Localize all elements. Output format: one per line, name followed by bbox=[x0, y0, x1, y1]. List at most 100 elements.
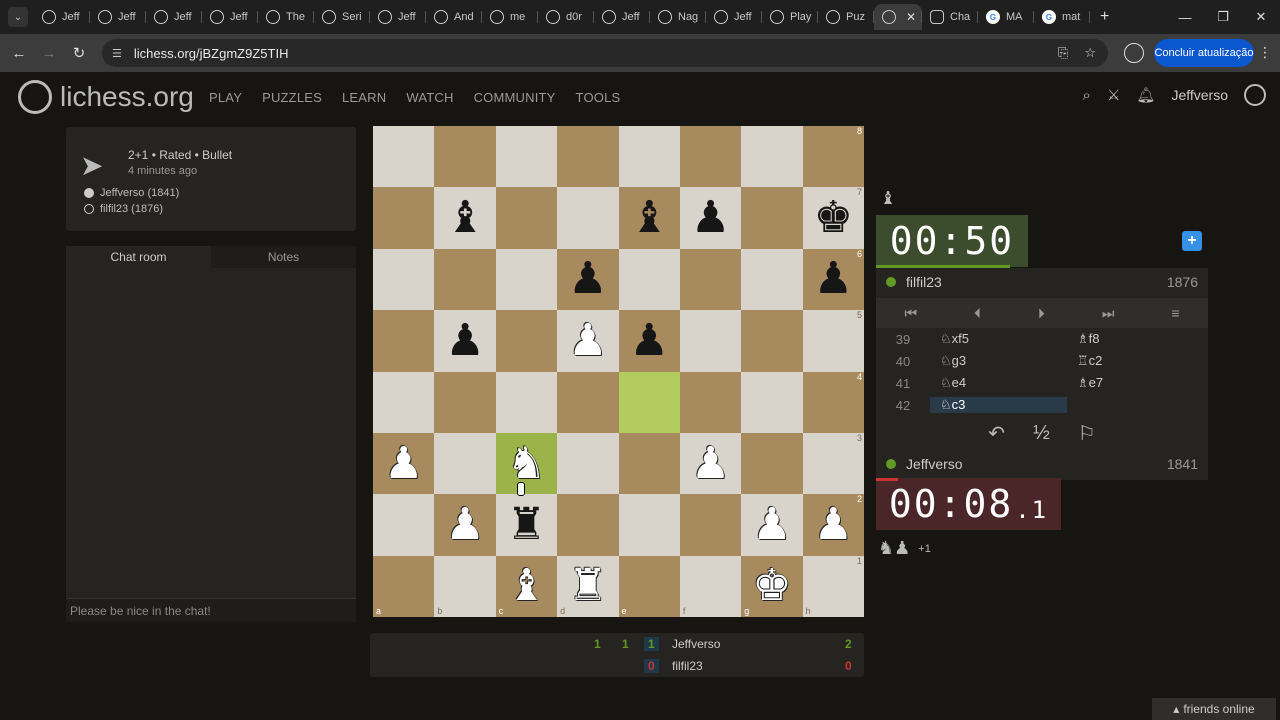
reload-button[interactable]: ↻ bbox=[64, 44, 94, 62]
nav-play[interactable]: PLAY bbox=[209, 90, 242, 105]
square-e8[interactable] bbox=[618, 126, 680, 188]
crosstable-player2[interactable]: filfil23 bbox=[672, 659, 703, 673]
white-move[interactable]: ♘g3 bbox=[930, 353, 1067, 369]
square-b8[interactable] bbox=[434, 126, 496, 188]
square-e1[interactable]: e bbox=[618, 555, 680, 617]
white-bishop-piece[interactable]: ♝ bbox=[507, 564, 546, 608]
square-e3[interactable] bbox=[618, 432, 680, 495]
square-a4[interactable] bbox=[373, 371, 435, 433]
square-g7[interactable] bbox=[741, 187, 803, 249]
square-d3[interactable] bbox=[557, 432, 619, 495]
browser-tab[interactable]: Jeff bbox=[706, 4, 762, 30]
minimize-button[interactable]: — bbox=[1166, 0, 1204, 34]
black-bishop-piece[interactable]: ♝ bbox=[445, 196, 484, 240]
nav-learn[interactable]: LEARN bbox=[342, 90, 386, 105]
square-e7[interactable]: ♝ bbox=[618, 187, 680, 249]
browser-tab-active[interactable]: ✕ bbox=[874, 4, 922, 30]
browser-tab[interactable]: G MA bbox=[978, 4, 1034, 30]
user-menu[interactable]: Jeffverso bbox=[1171, 87, 1228, 103]
browser-tab[interactable]: Jeff bbox=[370, 4, 426, 30]
close-tab-icon[interactable]: ✕ bbox=[906, 10, 916, 24]
square-g3[interactable] bbox=[741, 432, 803, 495]
maximize-button[interactable]: ❐ bbox=[1204, 0, 1242, 34]
nav-puzzles[interactable]: PUZZLES bbox=[262, 90, 322, 105]
browser-tab[interactable]: Play bbox=[762, 4, 818, 30]
square-f4[interactable] bbox=[679, 371, 742, 433]
bell-icon[interactable]: 🔔︎ bbox=[1136, 86, 1155, 104]
add-time-button[interactable]: + bbox=[1182, 231, 1202, 251]
browser-tab[interactable]: Gmat bbox=[1034, 4, 1090, 30]
browser-tab[interactable]: Nag bbox=[650, 4, 706, 30]
white-move[interactable]: ♘c3 bbox=[930, 397, 1067, 413]
white-pawn-piece[interactable]: ♟ bbox=[752, 502, 791, 547]
tab-notes[interactable]: Notes bbox=[211, 246, 356, 268]
white-pawn-piece[interactable]: ♟ bbox=[445, 502, 484, 547]
browser-tab[interactable]: Seri bbox=[314, 4, 370, 30]
square-b2[interactable]: ♟ bbox=[434, 494, 496, 556]
square-f1[interactable]: f bbox=[679, 555, 742, 617]
square-d4[interactable] bbox=[557, 371, 619, 433]
tab-search-button[interactable]: ⌄ bbox=[8, 7, 28, 27]
square-c4[interactable] bbox=[495, 371, 558, 433]
search-icon[interactable]: ⌕ bbox=[1083, 87, 1091, 104]
nav-community[interactable]: COMMUNITY bbox=[474, 90, 556, 105]
black-pawn-piece[interactable]: ♟ bbox=[691, 196, 730, 240]
square-h8[interactable]: 8 bbox=[802, 126, 864, 188]
white-player-link[interactable]: Jeffverso (1841) bbox=[84, 187, 179, 199]
square-c3[interactable]: ♞ bbox=[495, 432, 558, 495]
resign-flag-icon[interactable]: ⚐ bbox=[1078, 421, 1096, 446]
nav-tools[interactable]: TOOLS bbox=[576, 90, 621, 105]
square-b7[interactable]: ♝ bbox=[434, 187, 496, 249]
black-move[interactable]: ♗e7 bbox=[1067, 375, 1204, 391]
browser-tab[interactable]: Jeff bbox=[34, 4, 90, 30]
white-pawn-piece[interactable]: ♟ bbox=[691, 441, 730, 486]
square-d1[interactable]: ♜ d bbox=[557, 555, 619, 617]
square-c2[interactable]: ♜ bbox=[495, 494, 558, 556]
square-a2[interactable] bbox=[373, 494, 435, 556]
square-f7[interactable]: ♟ bbox=[679, 187, 742, 249]
square-e4[interactable] bbox=[618, 371, 680, 433]
square-c7[interactable] bbox=[495, 187, 558, 249]
menu-icon[interactable]: ≡ bbox=[1171, 305, 1179, 321]
update-button[interactable]: Concluir atualização bbox=[1154, 39, 1254, 67]
square-e5[interactable]: ♟ bbox=[618, 310, 680, 372]
square-b6[interactable] bbox=[434, 248, 496, 311]
square-d5[interactable]: ♟ bbox=[557, 310, 619, 372]
square-c8[interactable] bbox=[495, 126, 558, 188]
white-knight-piece[interactable]: ♞ bbox=[507, 441, 546, 486]
friends-online-button[interactable]: ▴ friends online bbox=[1152, 698, 1276, 720]
nav-watch[interactable]: WATCH bbox=[406, 90, 453, 105]
score-cell[interactable]: 0 bbox=[644, 659, 659, 673]
square-b1[interactable]: b bbox=[434, 555, 496, 617]
white-pawn-piece[interactable]: ♟ bbox=[568, 318, 607, 363]
white-king-piece[interactable]: ♚ bbox=[752, 564, 791, 608]
square-h3[interactable]: 3 bbox=[802, 432, 864, 495]
square-b4[interactable] bbox=[434, 371, 496, 433]
opponent-user[interactable]: filfil23 1876 bbox=[876, 268, 1208, 296]
square-g6[interactable] bbox=[741, 248, 803, 311]
chess-board[interactable]: 8 ♝ ♝ ♟ ♚ 7 ♟ ♟ 6 ♟ ♟ ♟ 5 4 ♟ ♞ ♟ 3 ♟ ♜ ♟ ♟ 2 a b ♝ c ♜ d e f ♚ g 1 h bbox=[373, 126, 864, 617]
square-g5[interactable] bbox=[741, 310, 803, 372]
white-pawn-piece[interactable]: ♟ bbox=[814, 502, 853, 547]
back-button[interactable]: ← bbox=[4, 45, 34, 62]
square-h1[interactable]: 1h bbox=[802, 555, 864, 617]
draw-offer-icon[interactable]: ½ bbox=[1033, 422, 1050, 445]
square-c6[interactable] bbox=[495, 248, 558, 311]
square-a1[interactable]: a bbox=[373, 555, 435, 617]
score-cell[interactable]: 1 bbox=[594, 637, 601, 651]
black-pawn-piece[interactable]: ♟ bbox=[568, 257, 607, 301]
black-move[interactable]: ♗f8 bbox=[1067, 331, 1204, 347]
square-f6[interactable] bbox=[679, 248, 742, 311]
last-move-icon[interactable]: ⏭ bbox=[1102, 305, 1115, 322]
black-pawn-piece[interactable]: ♟ bbox=[814, 257, 853, 301]
square-f5[interactable] bbox=[679, 310, 742, 372]
square-a6[interactable] bbox=[373, 248, 435, 311]
prev-move-icon[interactable]: ⏴ bbox=[974, 305, 981, 322]
black-rook-piece[interactable]: ♜ bbox=[507, 502, 546, 547]
white-pawn-piece[interactable]: ♟ bbox=[384, 441, 423, 486]
square-a8[interactable] bbox=[373, 126, 435, 188]
browser-tab[interactable]: Jeff bbox=[202, 4, 258, 30]
white-move[interactable]: ♘e4 bbox=[930, 375, 1067, 391]
browser-tab[interactable]: Jeff bbox=[594, 4, 650, 30]
square-g1[interactable]: ♚ g bbox=[741, 555, 803, 617]
